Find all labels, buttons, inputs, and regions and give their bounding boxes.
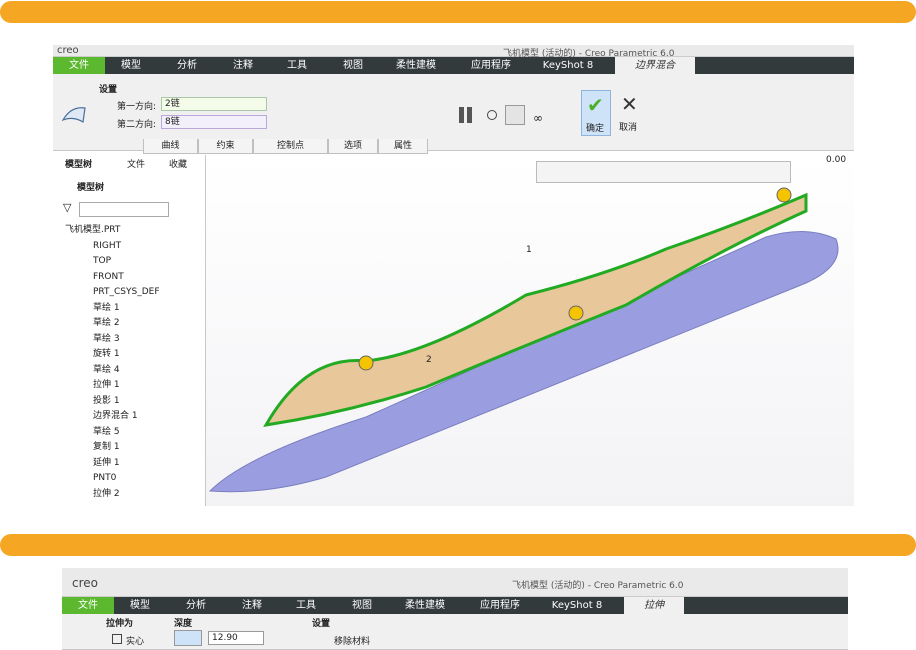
- screenshot-boundary-blend: creo 飞机模型 (活动的) - Creo Parametric 6.0 文件…: [53, 45, 854, 506]
- tree-item[interactable]: 草绘 3: [93, 332, 120, 347]
- airplane-model[interactable]: [206, 155, 854, 506]
- subtab-properties[interactable]: 属性: [378, 139, 428, 154]
- tree-item[interactable]: 拉伸 1: [93, 378, 120, 393]
- tab-tools[interactable]: 工具: [278, 597, 334, 614]
- tree-item[interactable]: 复制 1: [93, 440, 120, 455]
- tree-item[interactable]: TOP: [93, 254, 111, 269]
- depth-title: 深度: [174, 619, 193, 629]
- subtab-control-points[interactable]: 控制点: [253, 139, 328, 154]
- pause-button[interactable]: [457, 106, 475, 124]
- fuselage: [208, 230, 839, 493]
- tree-item[interactable]: 投影 1: [93, 394, 120, 409]
- tab-flexible-modeling[interactable]: 柔性建模: [381, 57, 451, 74]
- top-banner: [0, 1, 916, 23]
- extrude-type-title: 拉伸为: [106, 619, 134, 629]
- subtab-options[interactable]: 选项: [328, 139, 378, 154]
- check-icon: ✔: [587, 93, 604, 117]
- ribbon-panel: 拉伸为 实心 深度 12.90 设置 移除材料: [62, 614, 848, 650]
- tab-file[interactable]: 文件: [62, 597, 114, 614]
- filter-icon[interactable]: ▽: [63, 201, 71, 214]
- depth-type-button[interactable]: [174, 630, 202, 646]
- control-point-2: [568, 305, 584, 321]
- tab-keyshot[interactable]: KeyShot 8: [531, 57, 605, 74]
- tree-item[interactable]: 旋转 1: [93, 347, 120, 362]
- tab-boundary-blend[interactable]: 边界混合: [615, 57, 695, 74]
- tree-tab-model[interactable]: 模型树: [65, 158, 92, 173]
- callout-2: 2: [426, 355, 432, 365]
- tab-applications[interactable]: 应用程序: [460, 597, 540, 614]
- tree-toolbar-label: 模型树: [77, 183, 105, 193]
- tab-file[interactable]: 文件: [53, 57, 105, 74]
- title-bar: creo 飞机模型 (活动的) - Creo Parametric 6.0: [62, 568, 848, 597]
- middle-banner: [0, 534, 916, 556]
- tab-view[interactable]: 视图: [325, 57, 381, 74]
- direction-1-label: 第一方向:: [117, 102, 157, 112]
- tree-item[interactable]: 草绘 5: [93, 425, 120, 440]
- tab-extrude[interactable]: 拉伸: [624, 597, 684, 614]
- tab-flexible-modeling[interactable]: 柔性建模: [390, 597, 460, 614]
- ribbon-tabs: 文件 模型 分析 注释 工具 视图 柔性建模 应用程序 KeyShot 8 边界…: [53, 57, 854, 74]
- tab-model[interactable]: 模型: [114, 597, 166, 614]
- tab-view[interactable]: 视图: [334, 597, 390, 614]
- tree-item[interactable]: 草绘 2: [93, 316, 120, 331]
- confirm-label: 确定: [586, 124, 605, 134]
- tab-applications[interactable]: 应用程序: [451, 57, 531, 74]
- tab-annotate[interactable]: 注释: [217, 57, 269, 74]
- tree-item[interactable]: PNT0: [93, 471, 116, 486]
- tree-item[interactable]: 延伸 1: [93, 456, 120, 471]
- direction-2-label: 第二方向:: [117, 120, 157, 130]
- settings-title: 设置: [99, 85, 118, 95]
- model-tree-panel: 模型树 文件 收藏 模型树 ▽ 飞机模型.PRT RIGHT TOP FRONT…: [53, 155, 206, 506]
- app-logo: creo: [57, 45, 79, 56]
- tree-item[interactable]: 草绘 1: [93, 301, 120, 316]
- tab-tools[interactable]: 工具: [269, 57, 325, 74]
- title-bar: creo 飞机模型 (活动的) - Creo Parametric 6.0: [53, 45, 854, 59]
- app-logo: creo: [72, 576, 98, 590]
- tree-item[interactable]: RIGHT: [93, 239, 121, 254]
- tree-item-root[interactable]: 飞机模型.PRT: [65, 223, 120, 238]
- direction-2-collector[interactable]: 8链: [161, 115, 267, 129]
- verify-mode-icon[interactable]: [505, 105, 525, 125]
- cancel-label: 取消: [619, 123, 638, 133]
- tab-keyshot[interactable]: KeyShot 8: [540, 597, 614, 614]
- window-title: 飞机模型 (活动的) - Creo Parametric 6.0: [512, 581, 684, 591]
- subtab-curves[interactable]: 曲线: [143, 139, 198, 154]
- no-preview-icon[interactable]: [487, 110, 497, 120]
- tree-item[interactable]: 边界混合 1: [93, 409, 138, 424]
- tree-item[interactable]: FRONT: [93, 270, 124, 285]
- tree-tab-files[interactable]: 文件: [127, 158, 145, 173]
- callout-value: 0.00: [826, 155, 847, 165]
- tree-filter-input[interactable]: [79, 202, 169, 217]
- depth-input[interactable]: 12.90: [208, 631, 264, 645]
- tree-item[interactable]: 草绘 4: [93, 363, 120, 378]
- solid-icon[interactable]: [112, 634, 122, 644]
- ribbon-tabs: 文件 模型 分析 注释 工具 视图 柔性建模 应用程序 KeyShot 8 拉伸: [62, 597, 848, 614]
- callout-1: 1: [526, 245, 532, 255]
- control-point-3: [776, 187, 792, 203]
- graphics-window[interactable]: 1 2 0.00: [206, 155, 854, 506]
- control-point-1: [358, 355, 374, 371]
- subtab-constraints[interactable]: 约束: [198, 139, 253, 154]
- tab-analysis[interactable]: 分析: [166, 597, 226, 614]
- glasses-icon[interactable]: ∞: [533, 111, 543, 125]
- remove-material-label[interactable]: 移除材料: [334, 634, 370, 647]
- tree-item[interactable]: 拉伸 2: [93, 487, 120, 502]
- tree-tab-favorites[interactable]: 收藏: [169, 158, 187, 173]
- tab-annotate[interactable]: 注释: [226, 597, 278, 614]
- close-icon: ✕: [621, 92, 638, 116]
- solid-label[interactable]: 实心: [126, 634, 144, 647]
- tree-item[interactable]: PRT_CSYS_DEF: [93, 285, 160, 300]
- tab-analysis[interactable]: 分析: [157, 57, 217, 74]
- direction-1-collector[interactable]: 2链: [161, 97, 267, 111]
- tab-model[interactable]: 模型: [105, 57, 157, 74]
- cancel-button[interactable]: ✕ 取消: [615, 90, 645, 136]
- boundary-blend-icon: [61, 107, 86, 123]
- confirm-button[interactable]: ✔ 确定: [581, 90, 611, 136]
- screenshot-extrude: creo 飞机模型 (活动的) - Creo Parametric 6.0 文件…: [62, 568, 848, 650]
- settings-title: 设置: [312, 619, 331, 629]
